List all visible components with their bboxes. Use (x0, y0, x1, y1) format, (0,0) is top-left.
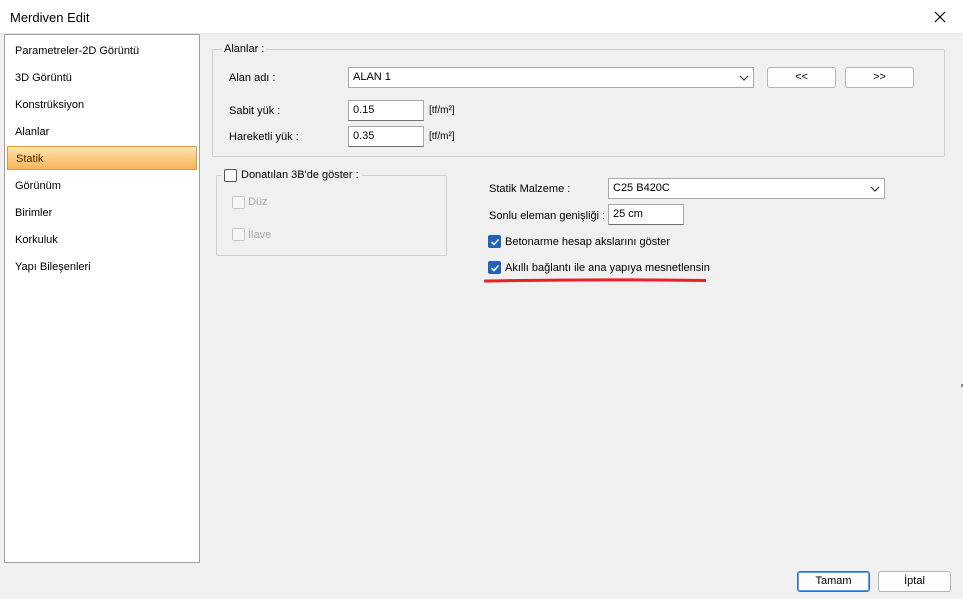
sabit-yuk-unit: [tf/m²] (429, 105, 455, 116)
donatilan-label: Donatılan 3B'de göster : (241, 169, 359, 181)
sabit-yuk-label: Sabit yük : (229, 105, 281, 117)
akilli-baglanti-label: Akıllı bağlantı ile ana yapıya mesnetlen… (505, 262, 710, 274)
statik-malzeme-label: Statik Malzeme : (489, 183, 571, 195)
betonarme-label: Betonarme hesap akslarını göster (505, 236, 671, 248)
ilave-checkbox[interactable] (232, 228, 245, 241)
next-area-button[interactable]: >> (845, 67, 914, 88)
prev-area-button[interactable]: << (767, 67, 836, 88)
alanlar-group-title: Alanlar : (222, 43, 267, 55)
window-title: Merdiven Edit (10, 10, 90, 25)
red-annotation-underline (484, 278, 706, 283)
cancel-button[interactable]: İptal (878, 571, 951, 592)
hareketli-yuk-label: Hareketli yük : (229, 131, 299, 143)
sidebar-item-3d-goruntu[interactable]: 3D Görüntü (7, 66, 197, 90)
chevron-down-icon (739, 75, 749, 81)
sidebar-item-parametreler[interactable]: Parametreler-2D Görüntü (7, 39, 197, 63)
hareketli-yuk-value: 0.35 (353, 130, 375, 142)
betonarme-checkbox[interactable] (488, 235, 501, 248)
sidebar-item-alanlar[interactable]: Alanlar (7, 120, 197, 144)
duz-checkbox[interactable] (232, 196, 245, 209)
hareketli-yuk-unit: [tf/m²] (429, 131, 455, 142)
close-icon (934, 11, 946, 23)
sidebar-item-gorunum[interactable]: Görünüm (7, 174, 197, 198)
content-panel: Alanlar : Alan adı : ALAN 1 << >> Sabit … (202, 34, 961, 563)
statik-malzeme-select[interactable]: C25 B420C (608, 178, 885, 199)
duz-label: Düz (248, 196, 268, 208)
sidebar-item-statik[interactable]: Statik (7, 146, 197, 170)
akilli-baglanti-checkbox[interactable] (488, 261, 501, 274)
sidebar-item-konstruksiyon[interactable]: Konstrüksiyon (7, 93, 197, 117)
close-button[interactable] (917, 0, 963, 34)
alan-adi-value: ALAN 1 (353, 71, 391, 83)
title-bar: Merdiven Edit (0, 0, 963, 34)
dialog-footer: Tamam İptal (0, 563, 963, 599)
chevron-down-icon (870, 186, 880, 192)
ok-button[interactable]: Tamam (797, 571, 870, 592)
sabit-yuk-input[interactable]: 0.15 (348, 100, 424, 121)
sabit-yuk-value: 0.15 (353, 104, 375, 116)
sidebar-item-yapi-bilesenleri[interactable]: Yapı Bileşenleri (7, 255, 197, 279)
sonlu-eleman-label: Sonlu eleman genişliği : (489, 210, 606, 222)
checkmark-icon (490, 238, 500, 246)
sidebar: Parametreler-2D Görüntü 3D Görüntü Konst… (4, 34, 200, 563)
sidebar-item-birimler[interactable]: Birimler (7, 201, 197, 225)
ilave-label: İlave (248, 229, 272, 241)
alanlar-group (212, 49, 945, 157)
sidebar-item-korkuluk[interactable]: Korkuluk (7, 228, 197, 252)
statik-malzeme-value: C25 B420C (613, 182, 670, 194)
alan-adi-select[interactable]: ALAN 1 (348, 67, 754, 88)
sonlu-eleman-input[interactable]: 25 cm (608, 204, 684, 225)
donatilan-group (216, 175, 447, 256)
donatilan-toggle[interactable]: Donatılan 3B'de göster : (222, 167, 362, 183)
checkmark-icon (490, 264, 500, 272)
hareketli-yuk-input[interactable]: 0.35 (348, 126, 424, 147)
donatilan-checkbox[interactable] (224, 168, 237, 182)
alan-adi-label: Alan adı : (229, 72, 276, 84)
sonlu-eleman-value: 25 cm (613, 208, 643, 220)
